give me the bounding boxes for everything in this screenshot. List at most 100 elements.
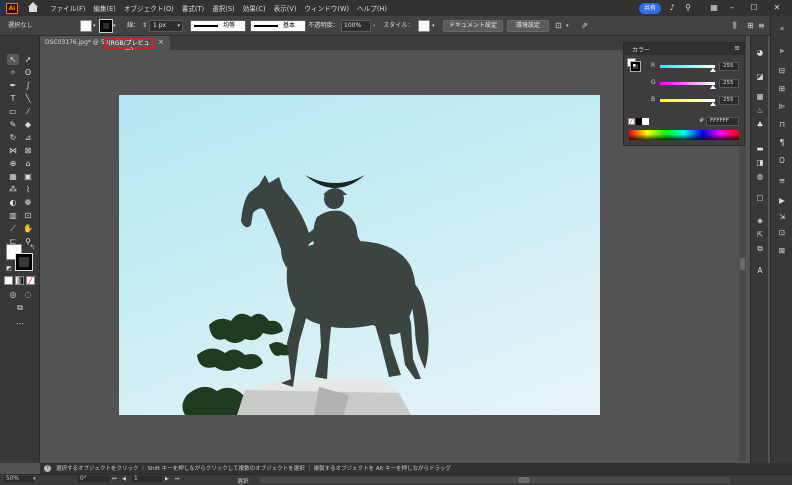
menu-effect[interactable]: 効果(C)	[243, 3, 266, 13]
arrange-icon[interactable]: ⊡	[555, 20, 562, 32]
horizontal-scroll-thumb[interactable]	[518, 477, 530, 483]
blue-slider[interactable]	[660, 99, 715, 102]
last-artboard-icon[interactable]: ⏭	[175, 476, 180, 482]
artboard-tool-icon[interactable]: ⊡	[22, 210, 34, 221]
horizontal-scrollbar[interactable]	[260, 477, 730, 483]
menu-edit[interactable]: 編集(E)	[93, 3, 116, 13]
rotation-field[interactable]: 0°	[78, 476, 110, 482]
menu-window[interactable]: ウィンドウ(W)	[304, 3, 349, 13]
shaper-tool-icon[interactable]: ✎	[7, 119, 19, 130]
blue-slider-thumb[interactable]	[710, 102, 716, 106]
transform-icon[interactable]: ⊞	[747, 20, 754, 32]
arrange-dropdown-icon[interactable]: ▾	[566, 20, 569, 32]
color-mode-icon[interactable]	[4, 276, 13, 285]
shape-builder-tool-icon[interactable]: ⊕	[7, 158, 19, 169]
arrange-documents-icon[interactable]: ▦	[709, 3, 719, 13]
properties-panel-icon[interactable]: ⫸	[776, 46, 788, 56]
swatches-icon[interactable]: ▦	[754, 92, 766, 102]
free-transform-tool-icon[interactable]: ⊠	[22, 145, 34, 156]
color-guide-icon[interactable]: ◪	[754, 72, 766, 82]
red-slider-thumb[interactable]	[710, 68, 716, 72]
magic-wand-tool-icon[interactable]: ✧	[7, 67, 19, 78]
draw-mode-icon[interactable]: ◎	[7, 289, 19, 300]
gradient-panel-icon[interactable]: ◨	[754, 158, 766, 168]
artboards-panel-icon[interactable]: ⧉	[754, 244, 766, 254]
zoom-field[interactable]: 50%	[4, 476, 34, 482]
screen-mode-icon[interactable]: ⧉	[14, 302, 26, 313]
green-value-field[interactable]: 255	[719, 79, 739, 88]
pen-tool-icon[interactable]: ✒	[7, 80, 19, 91]
gradient-mode-icon[interactable]	[15, 276, 24, 285]
appearance-panel-icon[interactable]: ☐	[754, 194, 766, 204]
artboard-number-field[interactable]: 1	[132, 476, 162, 482]
line-tool-icon[interactable]: ╲	[22, 93, 34, 104]
menu-type[interactable]: 書式(T)	[182, 3, 204, 13]
slice-tool-icon[interactable]: ⟋	[7, 223, 19, 234]
edit-toolbar-icon[interactable]: ⋯	[14, 318, 26, 329]
opacity-label[interactable]: 不透明度：	[308, 20, 339, 32]
asset-export-icon[interactable]: ⇲	[776, 212, 788, 222]
style-dropdown-icon[interactable]: ▾	[432, 20, 435, 32]
gradient-tool-icon[interactable]: ▣	[22, 171, 34, 182]
bell-icon[interactable]: ♪	[667, 3, 677, 13]
column-graph-tool-icon[interactable]: ▥	[7, 210, 19, 221]
search-icon[interactable]: ⚲	[683, 3, 693, 13]
measure-tool-icon[interactable]: ⌇	[22, 184, 34, 195]
perspective-grid-tool-icon[interactable]: ▦	[7, 171, 19, 182]
layers-panel-icon[interactable]: ◈	[754, 216, 766, 226]
character-panel-icon[interactable]: A	[754, 266, 766, 276]
stroke-stepper-icon[interactable]: ⇕	[142, 20, 147, 32]
artboard[interactable]	[119, 95, 600, 415]
swap-fill-stroke-icon[interactable]: ↰	[26, 242, 38, 253]
type-tool-icon[interactable]: T	[7, 93, 19, 104]
menu-file[interactable]: ファイル(F)	[50, 3, 85, 13]
symbol-sprayer-tool-icon[interactable]: ❁	[22, 197, 34, 208]
eyedropper-tool-icon[interactable]: ⁂	[7, 184, 19, 195]
stroke-color-box[interactable]	[16, 254, 32, 270]
menu-help[interactable]: ヘルプ(H)	[357, 3, 387, 13]
maximize-icon[interactable]: ☐	[749, 3, 759, 13]
align-icon[interactable]: ⫼	[733, 20, 737, 32]
default-colors-icon[interactable]: ◩	[3, 263, 15, 274]
red-value-field[interactable]: 255	[719, 62, 739, 71]
scale-tool-icon[interactable]: ⊿	[22, 132, 34, 143]
stroke-dropdown-icon[interactable]: ▾	[113, 20, 116, 32]
zoom-dropdown-icon[interactable]: ▾	[33, 476, 36, 482]
document-tab[interactable]: DSC03176.jpg* @ 50 (RGB/プレビュー) ×	[40, 36, 170, 54]
opacity-field[interactable]: 100%	[341, 20, 371, 32]
links-panel-icon[interactable]: ⇱	[754, 230, 766, 240]
none-swatch-icon[interactable]: ╱	[628, 118, 635, 125]
stroke-weight-field[interactable]: 1 px ▾	[149, 20, 183, 32]
none-mode-icon[interactable]: ╱	[26, 276, 35, 285]
actions-panel-icon[interactable]: ▶	[776, 196, 788, 206]
menu-object[interactable]: オブジェクト(O)	[124, 3, 174, 13]
direct-selection-tool-icon[interactable]: ➚	[22, 54, 34, 65]
eraser-tool-icon[interactable]: ◆	[22, 119, 34, 130]
graphic-style-swatch[interactable]	[418, 20, 430, 32]
stroke-panel-icon[interactable]: ▬	[754, 144, 766, 154]
menu-list-icon[interactable]: ≡	[776, 176, 788, 186]
panel-stroke-box[interactable]	[630, 61, 641, 72]
image-trace-icon[interactable]: ⊡	[776, 228, 788, 238]
first-artboard-icon[interactable]: ⏮	[112, 476, 117, 482]
panel-menu-icon[interactable]: ≡	[734, 44, 740, 52]
menu-select[interactable]: 選択(S)	[212, 3, 235, 13]
fill-swatch[interactable]	[80, 20, 92, 32]
width-tool-icon[interactable]: ⋈	[7, 145, 19, 156]
white-swatch[interactable]	[642, 118, 649, 125]
blue-value-field[interactable]: 255	[719, 96, 739, 105]
home-icon[interactable]	[26, 2, 40, 14]
paintbrush-tool-icon[interactable]: ⁄	[22, 106, 34, 117]
live-paint-tool-icon[interactable]: ⌂	[22, 158, 34, 169]
close-window-icon[interactable]: ✕	[772, 3, 782, 13]
green-slider[interactable]	[660, 82, 715, 85]
color-panel-header[interactable]: カラー ≡	[624, 43, 744, 55]
libraries-panel-icon[interactable]: ⊟	[776, 66, 788, 76]
control-bar-menu-icon[interactable]: ≡	[758, 20, 765, 32]
previous-artboard-icon[interactable]: ◀	[122, 476, 126, 482]
css-properties-icon[interactable]: ⊠	[776, 246, 788, 256]
opacity-chevron-icon[interactable]: ›	[373, 20, 375, 32]
share-button[interactable]: 共有	[639, 3, 661, 14]
minimize-icon[interactable]: –	[727, 3, 737, 13]
symbols-icon[interactable]: ♣	[754, 120, 766, 130]
